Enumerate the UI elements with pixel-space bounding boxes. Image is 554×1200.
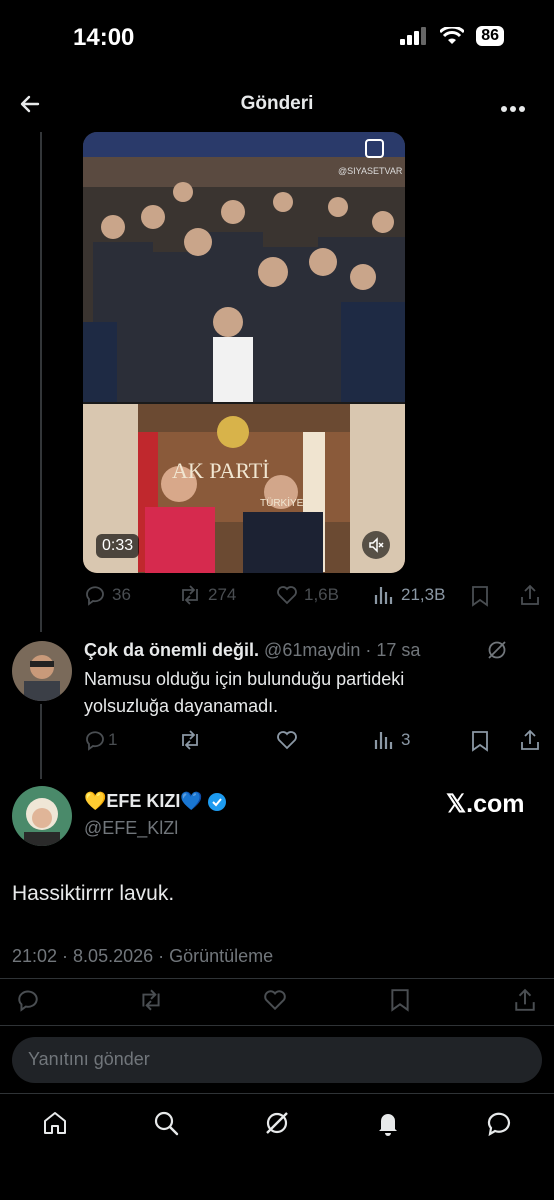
reply-header: Çok da önemli değil. @61maydin · 17 sa [84,640,420,661]
reply-author-name[interactable]: Çok da önemli değil. [84,640,259,660]
reply-icon [86,731,104,751]
repost-action[interactable]: 274 [178,584,236,606]
share-icon [515,988,535,1011]
repost-icon [182,585,198,605]
reply-icon [86,586,104,606]
reply-repost-action[interactable] [178,729,202,751]
verified-icon [207,792,226,811]
video-duration: 0:33 [96,534,140,558]
status-icons: 86 [400,26,504,46]
grok-icon [488,641,506,659]
search-icon [155,1111,179,1135]
reply-views-count: 3 [401,730,411,749]
mute-button[interactable] [362,531,390,559]
x-brand-logo: 𝕏.com [446,790,525,818]
avatar-image [12,786,72,846]
main-bookmark-action[interactable] [389,988,411,1012]
reply-text: Namusu olduğu için bulunduğu partideki y… [84,669,405,716]
bookmark-icon [472,586,488,607]
share-action[interactable] [519,584,541,606]
main-share-action[interactable] [513,988,537,1012]
author-handle[interactable]: @EFE_KlZl [84,818,178,839]
reply-icon [18,990,38,1012]
quoted-video[interactable] [83,132,405,573]
author-name-row: 💛EFE KIZI💙 [84,791,227,812]
reply-author-handle[interactable]: @61maydin [264,640,360,660]
reply-views-action[interactable]: 3 [373,729,410,751]
repost-icon [182,730,198,750]
like-icon [264,990,286,1011]
status-time: 14:00 [73,24,135,51]
signal-icon [400,27,427,45]
nav-notifications[interactable] [374,1109,402,1142]
views-count: 21,3B [401,585,446,604]
reply-reply-action[interactable]: 1 [84,729,117,751]
post-meta: 21:02 · 8.05.2026 · Görüntüleme [12,946,274,966]
like-action[interactable]: 1,6B [276,584,339,606]
reply-time: · 17 sa [365,640,421,660]
sign-text: AK PARTİ [172,458,270,483]
share-icon [521,584,539,605]
author-avatar[interactable] [12,786,72,846]
nav-messages[interactable] [485,1109,513,1142]
home-icon [44,1111,67,1134]
wifi-icon [440,27,465,44]
reply-composer-placeholder: Yanıtını gönder [28,1049,150,1069]
battery-level: 86 [476,26,504,46]
author-name[interactable]: 💛EFE KIZI💙 [84,791,203,812]
divider [0,1025,554,1026]
thread-line [40,132,42,632]
views-icon [374,732,393,749]
speaker-muted-icon [369,537,384,553]
like-icon [277,586,297,605]
bell-icon [378,1113,397,1136]
reply-count: 36 [112,585,131,604]
nav-grok[interactable] [263,1109,291,1142]
bookmark-icon [472,731,488,752]
nav-home[interactable] [41,1109,69,1142]
divider [0,978,554,979]
instagram-icon [365,139,384,158]
bottom-nav [0,1095,554,1155]
messages-icon [487,1112,510,1136]
video-thumbnail [83,132,405,573]
reply-action[interactable]: 36 [84,584,131,606]
page-title: Gönderi [240,93,314,114]
bookmark-action[interactable] [470,585,490,607]
more-icon [501,106,525,112]
repost-icon [142,989,160,1011]
repost-count: 274 [208,585,237,604]
divider [0,1093,554,1094]
reply-share-action[interactable] [519,729,541,751]
reply-bookmark-action[interactable] [470,730,490,752]
reply-like-action[interactable] [276,729,298,751]
grok-icon [266,1111,288,1134]
bookmark-icon [391,989,409,1012]
views-icon [374,587,393,604]
post-text: Hassiktirrrr lavuk. [12,882,175,905]
main-repost-action[interactable] [138,988,164,1012]
views-action[interactable]: 21,3B [373,584,445,606]
reply-reply-count: 1 [108,730,118,749]
share-icon [521,729,539,750]
nav-search[interactable] [152,1109,180,1142]
like-icon [277,731,297,750]
main-like-action[interactable] [263,988,287,1012]
grok-button[interactable] [486,639,508,666]
watermark: @SIYASETVAR [338,166,403,176]
avatar-image [12,641,72,701]
sign-subtext: TÜRKİYE [260,498,304,509]
reply-avatar[interactable] [12,641,72,701]
more-button[interactable] [500,100,526,118]
main-reply-action[interactable] [16,988,40,1012]
like-count: 1,6B [304,585,339,604]
thread-line [40,704,42,779]
